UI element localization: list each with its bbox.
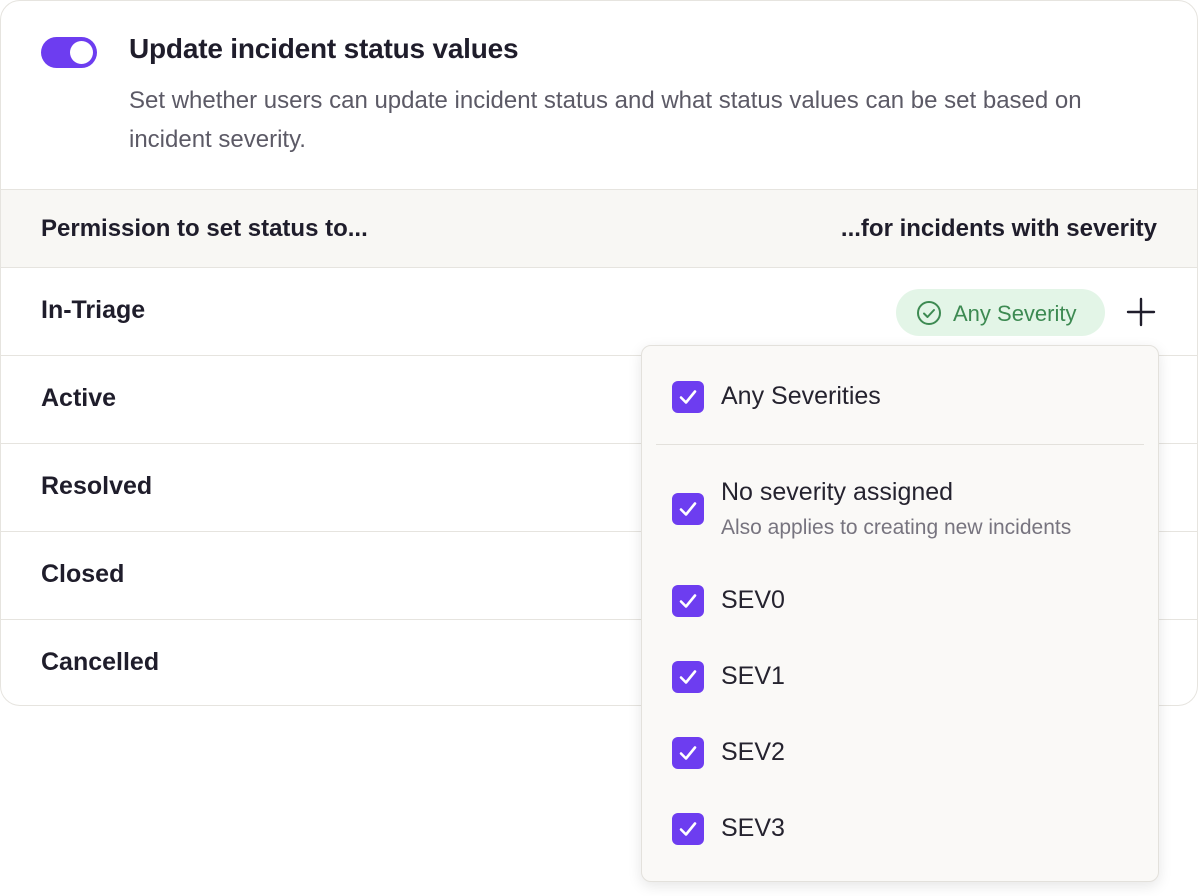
checkmark-icon xyxy=(679,390,697,404)
enable-toggle[interactable] xyxy=(41,37,97,68)
checkmark-icon xyxy=(679,502,697,516)
section-description: Set whether users can update incident st… xyxy=(129,87,1082,153)
toggle-knob xyxy=(70,41,93,64)
option-label: No severity assigned xyxy=(721,478,954,506)
status-label: Active xyxy=(41,384,117,412)
check-circle-icon xyxy=(917,301,941,325)
checkmark-icon xyxy=(679,822,697,836)
column-header-severity: ...for incidents with severity xyxy=(840,215,1157,242)
checkmark-icon xyxy=(679,670,697,684)
plus-icon[interactable] xyxy=(1123,294,1159,330)
checkbox[interactable] xyxy=(672,585,704,617)
divider xyxy=(656,444,1144,445)
status-label: Cancelled xyxy=(41,648,160,676)
checkmark-icon xyxy=(679,746,697,760)
table-row: In-Triage Any Severity xyxy=(1,268,1197,356)
status-label: Closed xyxy=(41,560,125,588)
column-header-status: Permission to set status to... xyxy=(41,215,368,242)
section-title: Update incident status values xyxy=(129,33,519,64)
checkbox[interactable] xyxy=(672,661,704,693)
option-label: SEV1 xyxy=(721,662,785,690)
option-label: SEV3 xyxy=(721,814,785,842)
status-label: Resolved xyxy=(41,472,153,500)
severity-dropdown: Any Severities No severity assigned Also… xyxy=(641,345,1159,882)
severity-badge[interactable]: Any Severity xyxy=(896,289,1105,336)
checkbox[interactable] xyxy=(672,493,704,525)
option-sublabel: Also applies to creating new incidents xyxy=(721,516,1072,539)
checkbox[interactable] xyxy=(672,737,704,769)
option-label: Any Severities xyxy=(721,382,881,410)
checkbox[interactable] xyxy=(672,381,704,413)
table-header: Permission to set status to... ...for in… xyxy=(1,189,1197,268)
status-label: In-Triage xyxy=(41,296,146,324)
severity-badge-label: Any Severity xyxy=(953,301,1077,326)
checkmark-icon xyxy=(679,594,697,608)
option-label: SEV2 xyxy=(721,738,785,766)
checkbox[interactable] xyxy=(672,813,704,845)
option-label: SEV0 xyxy=(721,586,785,614)
